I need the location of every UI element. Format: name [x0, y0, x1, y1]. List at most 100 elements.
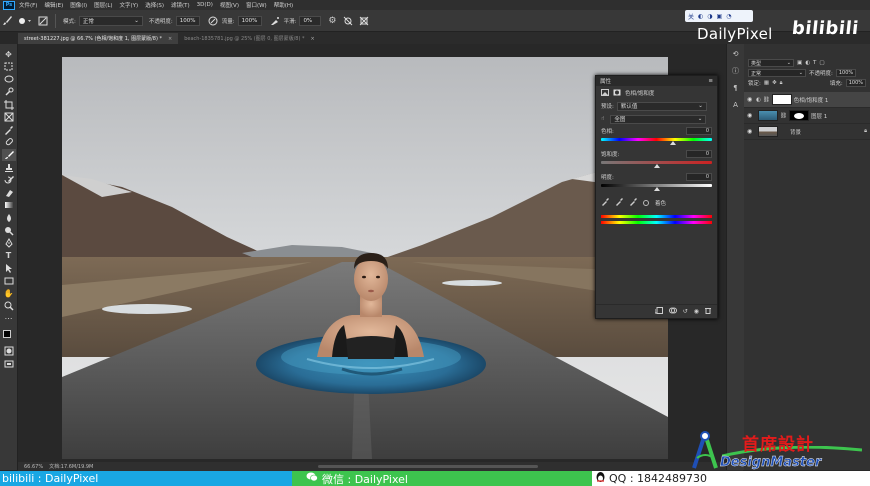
panel-menu-icon[interactable]: ≡	[708, 78, 713, 84]
layer-background[interactable]: ◉ 背景 🔒︎	[744, 124, 870, 140]
opacity-field[interactable]: 100%	[175, 15, 200, 26]
mode-dropdown[interactable]: 正常 ⌄	[78, 15, 143, 26]
quick-mask-icon[interactable]	[2, 345, 16, 358]
brush-tool-icon[interactable]	[0, 14, 14, 28]
eyedropper-icon[interactable]	[601, 198, 609, 208]
layer-1[interactable]: ◉ ⛓︎ 图层 1	[744, 108, 870, 124]
layer-thumbnail[interactable]	[758, 126, 778, 137]
menu-image[interactable]: 图像(I)	[70, 1, 87, 9]
gradient-tool-icon[interactable]	[2, 199, 16, 212]
blend-mode-dropdown[interactable]: 正常 ⌄	[748, 69, 806, 77]
tab-beach-document[interactable]: beach-1835781.jpg @ 25% (图层 0, 图层蒙版/8) *…	[178, 33, 321, 44]
crop-tool-icon[interactable]	[2, 98, 16, 111]
opacity-pressure-icon[interactable]	[206, 14, 220, 28]
saturation-slider-thumb[interactable]	[653, 164, 660, 168]
mask-icon[interactable]	[613, 89, 621, 98]
zoom-level[interactable]: 66.67%	[24, 464, 43, 470]
history-brush-tool-icon[interactable]	[2, 174, 16, 187]
layer-mask-thumbnail[interactable]	[788, 110, 809, 121]
tab-street-document[interactable]: street-381227.jpg @ 66.7% (色相/饱和度 1, 图层蒙…	[18, 33, 179, 44]
type-tool-icon[interactable]: T	[2, 250, 16, 263]
history-panel-icon[interactable]: ⟲	[730, 48, 742, 60]
clone-stamp-tool-icon[interactable]	[2, 161, 16, 174]
hue-slider-thumb[interactable]	[670, 141, 677, 145]
eye-icon[interactable]: ◉	[747, 96, 756, 103]
lock-position-icon[interactable]: ✥	[772, 80, 777, 86]
close-icon[interactable]: ×	[168, 36, 172, 42]
eraser-tool-icon[interactable]	[2, 187, 16, 200]
view-previous-icon[interactable]	[668, 307, 677, 316]
reset-icon[interactable]: ↺	[683, 308, 688, 315]
smoothing-field[interactable]: 0%	[299, 15, 322, 26]
filter-pixel-icon[interactable]: ▣	[797, 60, 802, 66]
saturation-slider[interactable]	[601, 161, 712, 168]
brush-settings-icon[interactable]	[36, 14, 50, 28]
photoshop-logo[interactable]: Ps	[3, 0, 15, 10]
lasso-tool-icon[interactable]	[2, 73, 16, 86]
brush-preset-icon[interactable]	[14, 14, 36, 28]
close-icon[interactable]: ×	[311, 36, 315, 42]
targeted-adjustment-icon[interactable]: ☝	[601, 116, 604, 122]
hand-tool-icon[interactable]: ✋	[2, 287, 16, 300]
lightness-value-field[interactable]: 0	[686, 173, 712, 181]
colorize-checkbox[interactable]	[643, 200, 649, 206]
menu-window[interactable]: 窗口(W)	[246, 1, 267, 9]
hue-slider[interactable]	[601, 138, 712, 145]
trash-icon[interactable]	[705, 307, 711, 316]
lock-all-icon[interactable]: 🔒︎	[780, 80, 783, 87]
eye-icon[interactable]: ◉	[747, 112, 756, 119]
lightness-slider-thumb[interactable]	[653, 187, 660, 191]
eyedropper-plus-icon[interactable]	[615, 198, 623, 208]
marquee-tool-icon[interactable]	[2, 61, 16, 74]
airbrush-icon[interactable]	[268, 14, 282, 28]
color-swatches[interactable]	[2, 329, 16, 345]
path-select-tool-icon[interactable]	[2, 262, 16, 275]
foreground-color-swatch[interactable]	[2, 330, 11, 339]
horizontal-scrollbar[interactable]	[318, 465, 538, 468]
menu-view[interactable]: 视图(V)	[220, 1, 239, 9]
menu-select[interactable]: 选择(S)	[145, 1, 164, 9]
layer-mask-thumbnail[interactable]	[771, 94, 792, 105]
rectangle-tool-icon[interactable]	[2, 275, 16, 288]
pressure-size-icon[interactable]	[341, 14, 355, 28]
zoom-tool-icon[interactable]	[2, 300, 16, 313]
layer-hue-saturation[interactable]: ◉ ◐ ⛓︎ 色相/饱和度 1	[744, 92, 870, 108]
move-tool-icon[interactable]: ✥	[2, 48, 16, 61]
eyedropper-minus-icon[interactable]	[629, 198, 637, 208]
character-panel-icon[interactable]: A	[730, 99, 742, 111]
healing-brush-tool-icon[interactable]	[2, 136, 16, 149]
lightness-slider[interactable]	[601, 184, 712, 191]
brush-tool-icon[interactable]	[1, 148, 16, 162]
flow-field[interactable]: 100%	[237, 15, 262, 26]
symmetry-icon[interactable]	[357, 14, 371, 28]
dodge-tool-icon[interactable]	[2, 224, 16, 237]
blur-tool-icon[interactable]	[2, 212, 16, 225]
menu-file[interactable]: 文件(F)	[19, 1, 37, 9]
filter-type-icon[interactable]: T	[813, 60, 816, 66]
screen-mode-icon[interactable]	[2, 358, 16, 371]
range-dropdown[interactable]: 全图 ⌄	[610, 114, 707, 124]
menu-help[interactable]: 帮助(H)	[274, 1, 293, 9]
hue-value-field[interactable]: 0	[686, 127, 712, 135]
visibility-eye-icon[interactable]: ◉	[694, 308, 699, 315]
menu-3d[interactable]: 3D(D)	[197, 2, 213, 8]
menu-type[interactable]: 文字(Y)	[120, 1, 139, 9]
fill-field[interactable]: 100%	[845, 79, 866, 87]
info-panel-icon[interactable]: ⓘ	[730, 65, 742, 77]
frame-tool-icon[interactable]	[2, 111, 16, 124]
more-tools-icon[interactable]: ⋯	[2, 312, 16, 325]
filter-shape-icon[interactable]: ▢	[819, 60, 824, 66]
quick-select-tool-icon[interactable]	[2, 86, 16, 99]
saturation-value-field[interactable]: 0	[686, 150, 712, 158]
pen-tool-icon[interactable]	[2, 237, 16, 250]
layer-thumbnail[interactable]	[758, 110, 778, 121]
document-canvas[interactable]	[62, 57, 668, 459]
gear-icon[interactable]: ⚙	[325, 14, 339, 28]
preset-dropdown[interactable]: 默认值 ⌄	[616, 101, 707, 111]
paragraph-panel-icon[interactable]: ¶	[730, 82, 742, 94]
menu-filter[interactable]: 滤镜(T)	[171, 1, 190, 9]
eyedropper-tool-icon[interactable]	[2, 124, 16, 137]
lock-pixels-icon[interactable]: ▦	[764, 80, 769, 86]
layer-filter-dropdown[interactable]: 类型 ⌄	[748, 59, 794, 67]
filter-adjust-icon[interactable]: ◐	[805, 60, 810, 66]
